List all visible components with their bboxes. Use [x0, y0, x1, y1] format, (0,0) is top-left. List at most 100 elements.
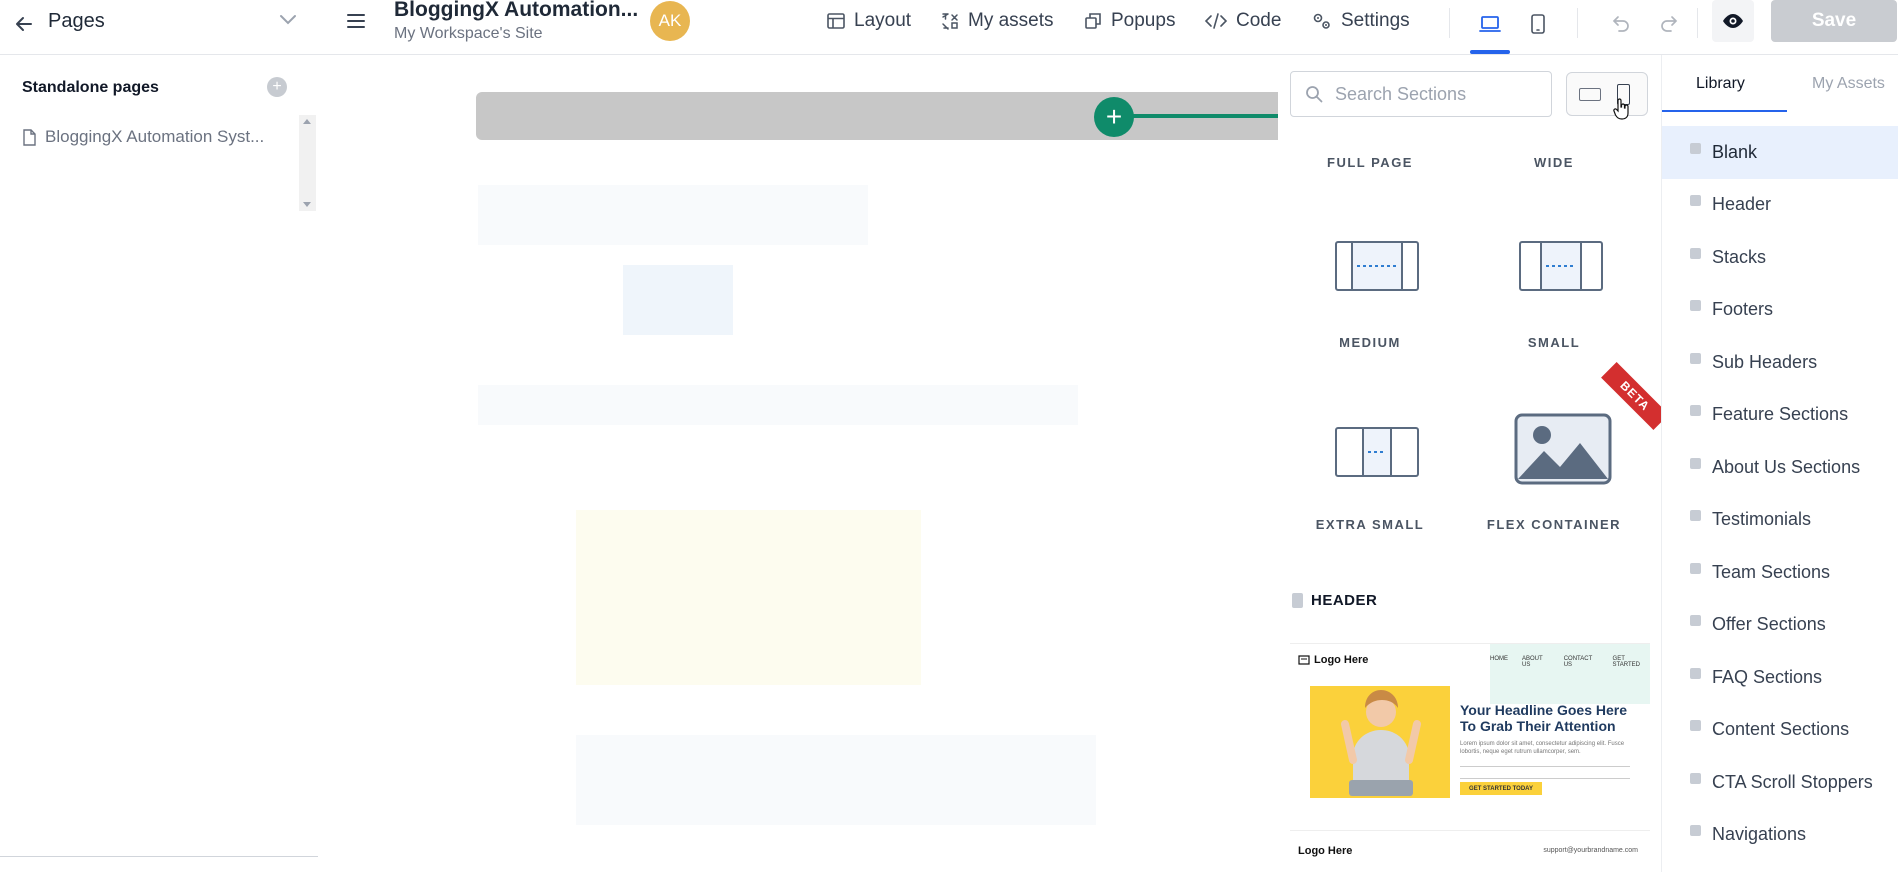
popups-button[interactable]: Popups: [1083, 8, 1175, 34]
small-layout-icon[interactable]: [1519, 241, 1603, 291]
folder-icon: [1690, 510, 1701, 522]
file-icon: [23, 128, 36, 146]
code-icon: [1204, 13, 1228, 29]
thumb-email: support@yourbrandname.com: [1543, 847, 1638, 854]
scroll-up-arrow[interactable]: [303, 119, 311, 124]
faded-content: [478, 385, 1078, 425]
folder-icon: [1690, 405, 1701, 417]
library-item-about-us-sections[interactable]: About Us Sections: [1662, 441, 1898, 494]
library-item-header[interactable]: Header: [1662, 179, 1898, 232]
sections-panel: Search Sections FULL PAGE WIDE MEDIUM SM…: [1278, 55, 1661, 872]
tab-my-assets[interactable]: My Assets: [1812, 75, 1885, 93]
library-item-sub-headers[interactable]: Sub Headers: [1662, 336, 1898, 389]
avatar[interactable]: AK: [650, 1, 690, 41]
library-item-navigations[interactable]: Navigations: [1662, 809, 1898, 862]
thumb-background-shape: [1490, 644, 1650, 704]
header-template-thumbnail[interactable]: Logo Here support@yourbrandname.com: [1290, 830, 1650, 872]
library-item-footers[interactable]: Footers: [1662, 284, 1898, 337]
layout-button[interactable]: Layout: [826, 8, 911, 34]
folder-icon: [1690, 825, 1701, 837]
header-template-thumbnail[interactable]: Logo Here HOME ABOUT US CONTACT US GET S…: [1290, 643, 1650, 803]
divider: [1697, 8, 1698, 38]
thumb-logo-text: Logo Here: [1314, 654, 1369, 666]
desktop-icon: [1479, 16, 1501, 32]
folder-icon: [1690, 720, 1701, 732]
faded-image: [623, 265, 733, 335]
thumb-cta-button: GET STARTED TODAY: [1460, 782, 1542, 795]
thumb-body-text: Lorem ipsum dolor sit amet, consectetur …: [1460, 741, 1625, 755]
scrollbar[interactable]: [299, 115, 316, 211]
library-item-offer-sections[interactable]: Offer Sections: [1662, 599, 1898, 652]
library-item-team-sections[interactable]: Team Sections: [1662, 546, 1898, 599]
library-item-label: Feature Sections: [1712, 404, 1849, 425]
folder-icon: [1690, 667, 1701, 679]
search-icon: [1306, 86, 1323, 103]
page-item[interactable]: BloggingX Automation Syst...: [22, 127, 264, 147]
library-item-cta-scroll-stoppers[interactable]: CTA Scroll Stoppers: [1662, 756, 1898, 809]
medium-layout-icon[interactable]: [1335, 241, 1419, 291]
folder-icon: [1690, 247, 1701, 259]
preview-button[interactable]: [1712, 0, 1754, 42]
logo-icon: [1298, 655, 1310, 665]
library-item-stacks[interactable]: Stacks: [1662, 231, 1898, 284]
pages-title: Pages: [48, 10, 105, 32]
tab-library[interactable]: Library: [1696, 75, 1745, 93]
library-item-blank[interactable]: Blank: [1662, 126, 1898, 179]
chevron-down-icon[interactable]: [278, 12, 298, 33]
folder-icon: [1690, 457, 1701, 469]
mobile-icon: [1531, 14, 1545, 34]
layout-small-label[interactable]: SMALL: [1462, 335, 1646, 350]
site-title[interactable]: BloggingX Automation...: [394, 0, 638, 22]
thumb-nav-item: ABOUT US: [1522, 656, 1543, 668]
search-input[interactable]: Search Sections: [1290, 71, 1552, 117]
scroll-down-arrow[interactable]: [303, 202, 311, 207]
redo-icon[interactable]: [1654, 8, 1684, 38]
code-button[interactable]: Code: [1204, 8, 1281, 34]
thumb-nav-item: CONTACT US: [1563, 656, 1593, 668]
person-illustration: [1341, 690, 1421, 796]
back-arrow-icon[interactable]: [10, 10, 38, 38]
library-item-faq-sections[interactable]: FAQ Sections: [1662, 651, 1898, 704]
layout-full-page-label[interactable]: FULL PAGE: [1278, 155, 1462, 170]
library-item-label: About Us Sections: [1712, 456, 1861, 477]
library-item-feature-sections[interactable]: Feature Sections: [1662, 389, 1898, 442]
add-section-button[interactable]: +: [1094, 97, 1134, 137]
library-item-label: Sub Headers: [1712, 351, 1818, 372]
add-page-button[interactable]: +: [267, 77, 287, 97]
layout-medium-label[interactable]: MEDIUM: [1278, 335, 1462, 350]
top-bar: Pages BloggingX Automation... My Workspa…: [0, 0, 1898, 55]
folder-icon: [1690, 772, 1701, 784]
mobile-view-button[interactable]: [1520, 6, 1556, 42]
editor-canvas[interactable]: +: [318, 55, 1278, 872]
library-item-content-sections[interactable]: Content Sections: [1662, 704, 1898, 757]
divider: [1449, 8, 1450, 38]
library-list: Blank Header Stacks Footers Sub Headers …: [1662, 126, 1898, 861]
library-item-testimonials[interactable]: Testimonials: [1662, 494, 1898, 547]
view-toggle[interactable]: [1566, 72, 1648, 116]
folder-icon: [1690, 352, 1701, 364]
save-button[interactable]: Save: [1771, 0, 1897, 42]
grid-view-icon[interactable]: [1579, 88, 1601, 101]
site-subtitle: My Workspace's Site: [394, 25, 543, 42]
header-group-heading: HEADER: [1292, 592, 1377, 609]
library-item-label: Header: [1712, 194, 1772, 215]
undo-icon[interactable]: [1606, 8, 1636, 38]
image-icon[interactable]: [1514, 413, 1612, 485]
extra-small-layout-icon[interactable]: [1335, 427, 1419, 477]
my-assets-label: My assets: [968, 10, 1054, 31]
settings-button[interactable]: Settings: [1311, 8, 1410, 34]
layout-label: Layout: [854, 10, 912, 31]
thumb-nav-item: HOME: [1490, 656, 1508, 662]
layout-flex-container-label[interactable]: FLEX CONTAINER: [1462, 517, 1646, 532]
folder-icon: [1690, 615, 1701, 627]
faded-content: [478, 185, 868, 245]
my-assets-button[interactable]: My assets: [940, 8, 1054, 34]
library-item-label: FAQ Sections: [1712, 666, 1823, 687]
popups-icon: [1085, 13, 1101, 29]
desktop-view-button[interactable]: [1472, 6, 1508, 42]
layout-wide-label[interactable]: WIDE: [1462, 155, 1646, 170]
library-item-label: Stacks: [1712, 246, 1767, 267]
menu-icon[interactable]: [345, 10, 367, 37]
thumb-nav-item: GET STARTED: [1612, 656, 1640, 668]
layout-extra-small-label[interactable]: EXTRA SMALL: [1278, 517, 1462, 532]
